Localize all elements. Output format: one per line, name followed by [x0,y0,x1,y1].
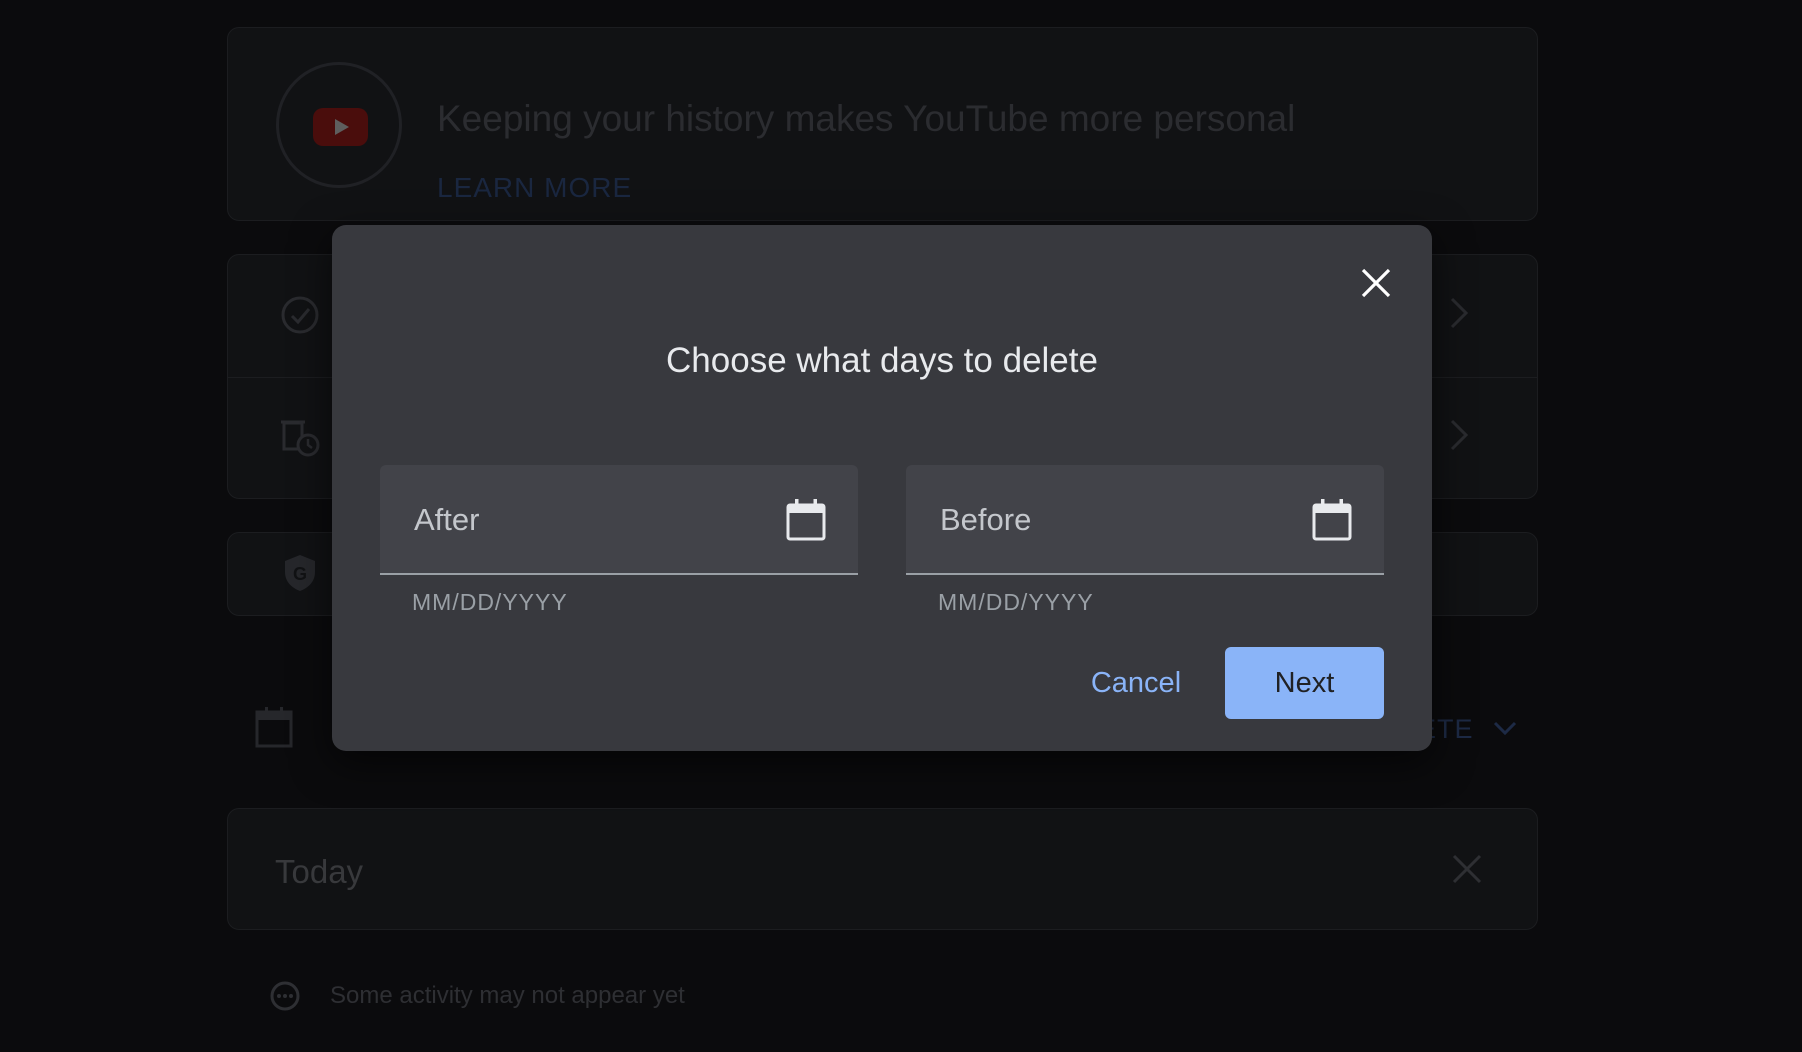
dialog-title: Choose what days to delete [666,341,1098,380]
before-date-input[interactable] [938,491,1282,549]
after-date-helper: MM/DD/YYYY [412,589,568,615]
chevron-down-icon [1493,721,1517,736]
today-section: Today [227,808,1538,930]
banner-title: Keeping your history makes YouTube more … [437,98,1296,139]
svg-text:G: G [293,564,307,584]
auto-delete-icon [281,420,320,457]
more-circle-icon [270,981,300,1011]
before-date-field[interactable] [906,465,1384,575]
calendar-icon[interactable] [255,706,293,748]
after-date-field[interactable] [380,465,858,575]
activity-note: Some activity may not appear yet [330,982,685,1009]
after-calendar-button[interactable] [786,499,826,541]
chevron-right-icon [1450,297,1469,329]
calendar-icon [1312,499,1352,541]
learn-more-link[interactable]: LEARN MORE [437,172,632,204]
before-date-helper: MM/DD/YYYY [938,589,1094,615]
before-calendar-button[interactable] [1312,499,1352,541]
next-button[interactable]: Next [1225,647,1384,719]
dialog-close-button[interactable] [1354,261,1398,305]
history-banner: Keeping your history makes YouTube more … [227,27,1538,221]
google-shield-icon: G [285,555,315,591]
after-date-input[interactable] [412,491,756,549]
calendar-icon [786,499,826,541]
chevron-right-icon [1450,419,1469,451]
youtube-logo-icon [313,108,368,146]
close-icon [1361,268,1391,298]
delete-days-dialog: Choose what days to delete MM/DD/YYYY [332,225,1432,751]
cancel-button[interactable]: Cancel [1078,647,1194,719]
close-icon[interactable] [1451,853,1483,885]
my-activity-page: Keeping your history makes YouTube more … [0,0,1802,1052]
check-circle-icon [281,296,319,334]
today-heading: Today [275,853,364,890]
